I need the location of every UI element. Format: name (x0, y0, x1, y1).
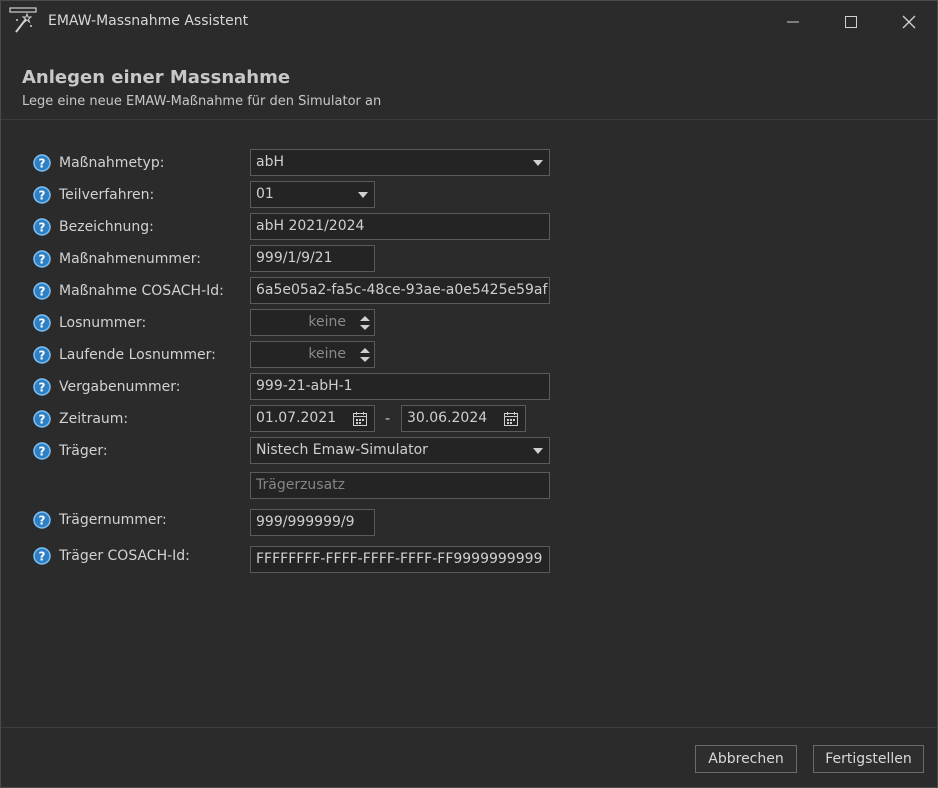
svg-text:?: ? (39, 550, 46, 564)
laufende-losnummer-value: keine (308, 346, 346, 362)
minimize-icon (787, 21, 799, 23)
help-icon[interactable]: ? (33, 282, 51, 300)
chevron-down-icon (358, 192, 368, 198)
assistant-window: EMAW-Massnahme Assistent Anlegen einer M… (0, 0, 938, 788)
traegernummer-label: Trägernummer: (59, 512, 167, 528)
zeitraum-label: Zeitraum: (59, 411, 129, 427)
help-icon[interactable]: ? (33, 186, 51, 204)
massnahmennummer-input[interactable]: 999/1/9/21 (250, 245, 375, 272)
svg-text:?: ? (39, 381, 46, 395)
spin-up-icon[interactable] (360, 348, 370, 353)
help-icon[interactable]: ? (33, 314, 51, 332)
title-bar: EMAW-Massnahme Assistent (1, 1, 937, 43)
losnummer-label: Losnummer: (59, 315, 147, 331)
help-icon[interactable]: ? (33, 442, 51, 460)
help-icon[interactable]: ? (33, 346, 51, 364)
window-title: EMAW-Massnahme Assistent (48, 13, 249, 29)
svg-text:?: ? (39, 317, 46, 331)
spin-down-icon[interactable] (360, 357, 370, 362)
date-range-separator: - (385, 411, 391, 427)
bezeichnung-label: Bezeichnung: (59, 219, 154, 235)
massnahmetyp-label: Maßnahmetyp: (59, 155, 165, 171)
massnahmennummer-label: Maßnahmenummer: (59, 251, 201, 267)
traegerzusatz-input[interactable]: Trägerzusatz (250, 472, 550, 499)
svg-text:?: ? (39, 349, 46, 363)
svg-text:?: ? (39, 285, 46, 299)
magic-wand-icon (9, 7, 37, 33)
laufende-losnummer-label: Laufende Losnummer: (59, 347, 216, 363)
cosach-id-input[interactable]: 6a5e05a2-fa5c-48ce-93ae-a0e5425e59af (250, 277, 550, 304)
svg-text:?: ? (39, 413, 46, 427)
page-subtitle: Lege eine neue EMAW-Maßnahme für den Sim… (22, 94, 382, 109)
vergabenummer-label: Vergabenummer: (59, 379, 181, 395)
spin-down-icon[interactable] (360, 325, 370, 330)
help-icon[interactable]: ? (33, 511, 51, 529)
massnahmetyp-value: abH (256, 154, 284, 170)
close-button[interactable] (889, 5, 929, 39)
calendar-icon[interactable] (503, 411, 519, 427)
cancel-button[interactable]: Abbrechen (695, 745, 797, 773)
vergabenummer-input[interactable]: 999-21-abH-1 (250, 373, 550, 400)
maximize-button[interactable] (831, 5, 871, 39)
traeger-cosach-id-input[interactable]: FFFFFFFF-FFFF-FFFF-FFFF-FF9999999999 (250, 546, 550, 573)
svg-text:?: ? (39, 221, 46, 235)
massnahmetyp-dropdown[interactable]: abH (250, 149, 550, 176)
help-icon[interactable]: ? (33, 410, 51, 428)
svg-text:?: ? (39, 253, 46, 267)
zeitraum-to-datepicker[interactable]: 30.06.2024 (401, 405, 526, 432)
finish-button[interactable]: Fertigstellen (813, 745, 924, 773)
chevron-down-icon (533, 448, 543, 454)
traeger-cosach-id-label: Träger COSACH-Id: (59, 548, 190, 564)
cosach-id-label: Maßnahme COSACH-Id: (59, 283, 224, 299)
help-icon[interactable]: ? (33, 547, 51, 565)
spin-up-icon[interactable] (360, 316, 370, 321)
zeitraum-to-value: 30.06.2024 (407, 410, 488, 426)
svg-text:?: ? (39, 189, 46, 203)
svg-text:?: ? (39, 445, 46, 459)
zeitraum-from-value: 01.07.2021 (256, 410, 337, 426)
traegernummer-input[interactable]: 999/999999/9 (250, 509, 375, 536)
svg-text:?: ? (39, 157, 46, 171)
help-icon[interactable]: ? (33, 378, 51, 396)
page-title: Anlegen einer Massnahme (22, 67, 291, 88)
close-icon (902, 15, 916, 29)
calendar-icon[interactable] (352, 411, 368, 427)
losnummer-value: keine (308, 314, 346, 330)
teilverfahren-dropdown[interactable]: 01 (250, 181, 375, 208)
teilverfahren-label: Teilverfahren: (59, 187, 155, 203)
traeger-dropdown[interactable]: Nistech Emaw-Simulator (250, 437, 550, 464)
wizard-header: Anlegen einer Massnahme Lege eine neue E… (1, 43, 937, 120)
help-icon[interactable]: ? (33, 250, 51, 268)
maximize-icon (845, 16, 857, 28)
laufende-losnummer-stepper[interactable]: keine (250, 341, 375, 368)
traeger-value: Nistech Emaw-Simulator (256, 442, 428, 458)
zeitraum-from-datepicker[interactable]: 01.07.2021 (250, 405, 375, 432)
losnummer-stepper[interactable]: keine (250, 309, 375, 336)
help-icon[interactable]: ? (33, 218, 51, 236)
footer-divider (1, 727, 937, 728)
chevron-down-icon (533, 160, 543, 166)
help-icon[interactable]: ? (33, 154, 51, 172)
traeger-label: Träger: (59, 443, 108, 459)
svg-text:?: ? (39, 514, 46, 528)
bezeichnung-input[interactable]: abH 2021/2024 (250, 213, 550, 240)
minimize-button[interactable] (773, 5, 813, 39)
teilverfahren-value: 01 (256, 186, 274, 202)
